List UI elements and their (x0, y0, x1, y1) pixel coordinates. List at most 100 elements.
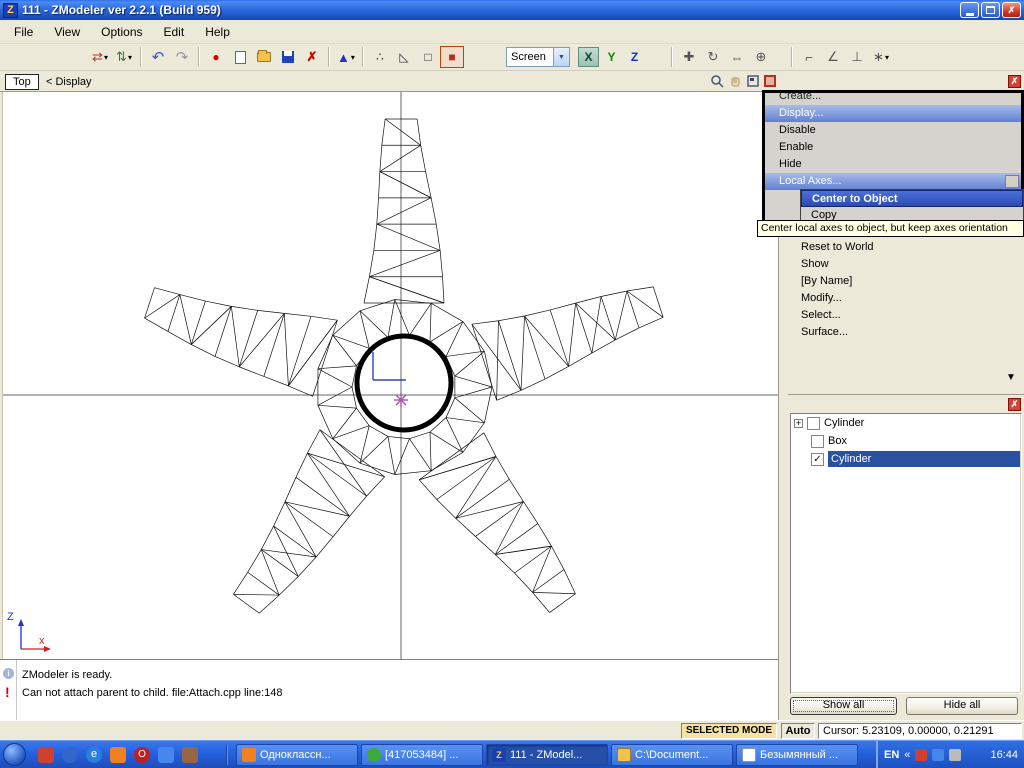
task-zmodeler[interactable]: Z 111 - ZModel... (486, 744, 608, 766)
quick-launch-icon-6[interactable] (158, 747, 174, 763)
list-item-cylinder-2[interactable]: ✓ Cylinder (791, 450, 1021, 468)
quick-launch-icon-7[interactable] (182, 747, 198, 763)
menu-item-select[interactable]: Select... (788, 307, 1024, 324)
menu-item-reset-to-world[interactable]: Reset to World (788, 239, 1024, 256)
record-button[interactable]: ● (204, 46, 228, 68)
menu-scroll-down-icon[interactable]: ▼ (1006, 372, 1016, 383)
list-item-box[interactable]: Box (791, 432, 1021, 450)
polygons-mode-button[interactable]: □ (416, 46, 440, 68)
menu-item-hide[interactable]: Hide (765, 156, 1021, 173)
snap-settings-button[interactable]: ∗ (869, 46, 893, 68)
detach-icon: ⇅ (116, 49, 127, 65)
menu-item-display[interactable]: Display... (765, 105, 1021, 122)
maximize-view-icon[interactable] (746, 74, 760, 88)
menu-item-show[interactable]: Show (788, 256, 1024, 273)
menu-item-by-name[interactable]: [By Name] (788, 273, 1024, 290)
start-button[interactable] (3, 743, 26, 766)
icq-flower-icon (367, 748, 381, 762)
menu-help[interactable]: Help (196, 22, 239, 42)
toolbar-separator (791, 47, 793, 67)
wireframe-model (3, 92, 779, 659)
attach-tool-button[interactable]: ⇄ (88, 46, 112, 68)
rotate-tool-button[interactable]: ↻ (701, 46, 725, 68)
expand-icon[interactable]: + (794, 419, 803, 428)
maximize-button[interactable] (981, 2, 1000, 18)
detach-tool-button[interactable]: ⇅ (112, 46, 136, 68)
scale-tool-button[interactable]: ⇔ (725, 46, 749, 68)
move-tool-button[interactable]: ✚ (677, 46, 701, 68)
hide-all-button[interactable]: Hide all (906, 697, 1018, 715)
viewport-top[interactable]: Z x (2, 92, 778, 659)
screen-select[interactable]: Screen ▼ (506, 47, 570, 67)
undo-button[interactable]: ↶ (146, 46, 170, 68)
menu-item-surface[interactable]: Surface... (788, 324, 1024, 341)
internet-explorer-icon[interactable]: e (86, 747, 102, 763)
zoom-icon[interactable] (710, 74, 724, 88)
vertices-mode-button[interactable]: ∴ (368, 46, 392, 68)
opera-icon[interactable]: O (134, 747, 150, 763)
zmodeler-icon: Z (492, 748, 506, 762)
axis-x-button[interactable]: X (578, 47, 599, 67)
auto-badge[interactable]: Auto (781, 723, 815, 739)
attach-icon: ⇄ (92, 49, 103, 65)
viewport-config-icon[interactable] (764, 75, 776, 87)
task-untitled[interactable]: Безымянный ... (736, 744, 858, 766)
menu-item-modify[interactable]: Modify... (788, 290, 1024, 307)
redo-icon: ↷ (176, 48, 189, 66)
taskbar: e O Одноклассн... [417053484] ... Z 111 … (0, 740, 1024, 768)
visibility-checkbox[interactable] (807, 417, 820, 430)
visibility-checkbox-checked[interactable]: ✓ (811, 453, 824, 466)
task-icq[interactable]: [417053484] ... (361, 744, 483, 766)
snap-grid-button[interactable]: ⌐ (797, 46, 821, 68)
material-button[interactable]: ▲ (334, 46, 358, 68)
axis-y-button[interactable]: Y (601, 47, 622, 67)
menu-options[interactable]: Options (92, 22, 151, 42)
object-list-header: ✗ (788, 394, 1024, 413)
new-file-button[interactable] (228, 46, 252, 68)
menu-item-disable[interactable]: Disable (765, 122, 1021, 139)
open-file-icon (257, 52, 271, 62)
list-item-cylinder-1[interactable]: + Cylinder (791, 414, 1021, 432)
redo-button[interactable]: ↷ (170, 46, 194, 68)
snap-perp-button[interactable]: ⊥ (845, 46, 869, 68)
submenu-item-center-to-object[interactable]: Center to Object (801, 190, 1023, 207)
menu-item-create[interactable]: Create... (765, 90, 1021, 105)
menu-file[interactable]: File (5, 22, 42, 42)
pan-hand-icon[interactable] (728, 74, 742, 88)
view-selector-button[interactable]: Top (5, 74, 39, 90)
tray-chevron-icon[interactable]: « (904, 749, 910, 761)
axis-z-button[interactable]: Z (624, 47, 645, 67)
quick-launch-icon-2[interactable] (62, 747, 78, 763)
tray-icon-2[interactable] (932, 749, 944, 761)
extrude-tool-button[interactable]: ⊕ (749, 46, 773, 68)
axis-gizmo: Z x (7, 611, 55, 655)
tray-icon-3[interactable] (949, 749, 961, 761)
close-list-panel-icon[interactable]: ✗ (1008, 398, 1021, 411)
save-button[interactable] (276, 46, 300, 68)
extrude-tool-icon: ⊕ (756, 49, 767, 65)
menu-item-enable[interactable]: Enable (765, 139, 1021, 156)
quick-launch-icon-4[interactable] (110, 747, 126, 763)
edges-mode-button[interactable]: ◺ (392, 46, 416, 68)
snap-angle-button[interactable]: ∠ (821, 46, 845, 68)
language-indicator[interactable]: EN (884, 749, 899, 761)
window-title: 111 - ZModeler ver 2.2.1 (Build 959) (22, 3, 960, 17)
menu-view[interactable]: View (45, 22, 89, 42)
minimize-button[interactable] (960, 2, 979, 18)
visibility-checkbox[interactable] (811, 435, 824, 448)
show-all-button[interactable]: Show all (790, 697, 897, 715)
task-explorer[interactable]: C:\Document... (611, 744, 733, 766)
close-button[interactable]: ✗ (1002, 2, 1021, 18)
tray-icon-1[interactable] (915, 749, 927, 761)
open-file-button[interactable] (252, 46, 276, 68)
submenu-handle-icon[interactable] (1005, 175, 1019, 188)
menu-item-local-axes[interactable]: Local Axes... (765, 173, 1021, 190)
quick-launch-icon-1[interactable] (38, 747, 54, 763)
edges-mode-icon: ◺ (399, 50, 408, 64)
delete-button[interactable]: ✗ (300, 46, 324, 68)
close-panel-icon[interactable]: ✗ (1008, 75, 1021, 88)
task-odnoklassniki[interactable]: Одноклассн... (236, 744, 358, 766)
menu-edit[interactable]: Edit (155, 22, 194, 42)
objects-mode-button[interactable]: ■ (440, 46, 464, 68)
chevron-down-icon[interactable]: ▼ (553, 48, 569, 66)
